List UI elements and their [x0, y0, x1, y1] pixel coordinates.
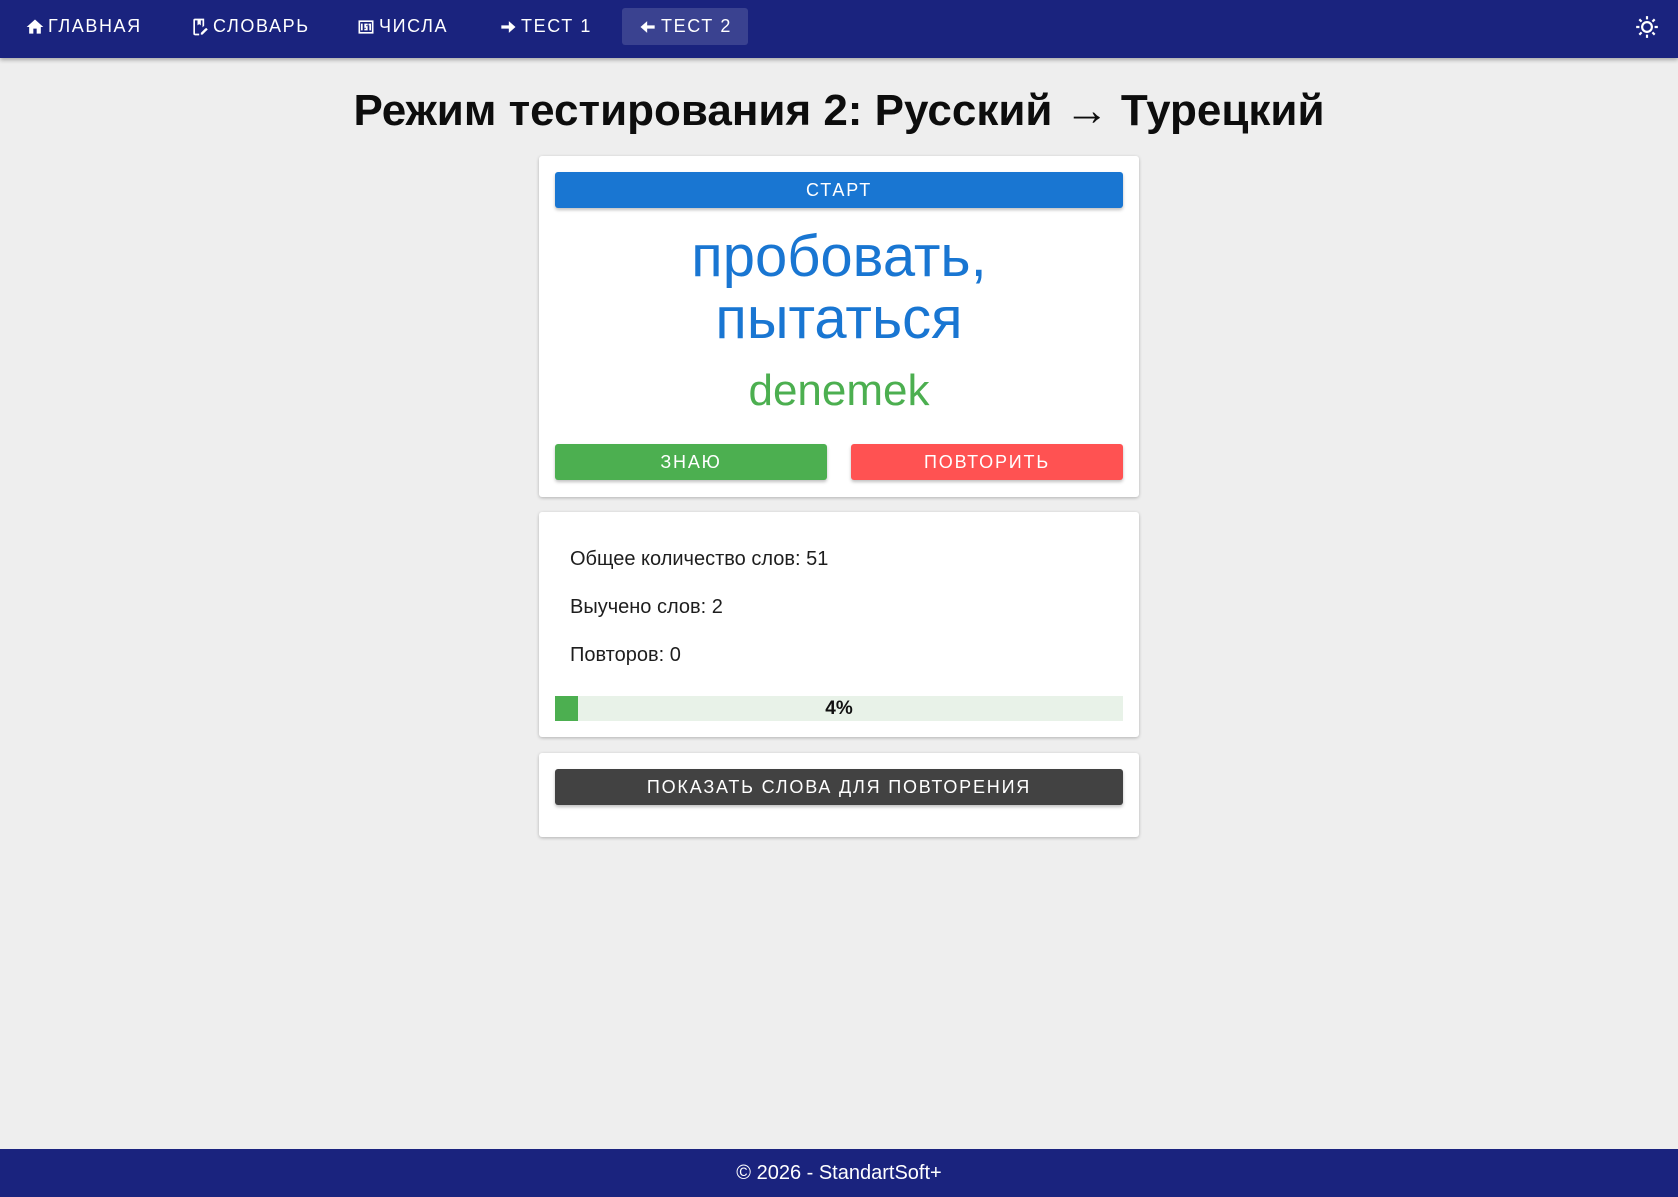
nav-item-test1-label: ТЕСТ 1: [521, 16, 593, 36]
total-words-stat: Общее количество слов: 51: [570, 548, 829, 570]
nav-item-test2[interactable]: ТЕСТ 2: [622, 8, 749, 45]
nav-item-numbers-label: ЧИСЛА: [379, 16, 449, 36]
nav-item-home-label: ГЛАВНАЯ: [48, 16, 142, 36]
home-icon: [26, 19, 44, 34]
nav-item-dictionary-label: СЛОВАРЬ: [213, 16, 310, 36]
page-title: Режим тестирования 2: Русский → Турецкий: [353, 86, 1325, 135]
repeat-button[interactable]: ПОВТОРИТЬ: [851, 444, 1123, 480]
progress-bar: 4%: [555, 696, 1123, 721]
russian-word-line-1: пробовать,: [691, 224, 987, 289]
arrow-left-icon: [640, 20, 655, 33]
show-review-words-button[interactable]: ПОКАЗАТЬ СЛОВА ДЛЯ ПОВТОРЕНИЯ: [555, 769, 1123, 805]
russian-word-line-2: пытаться: [715, 286, 963, 351]
progress-percent-label: 4%: [825, 697, 853, 719]
turkish-translation: denemek: [748, 366, 930, 415]
theme-toggle-button[interactable]: [1632, 12, 1662, 42]
repeats-stat: Повторов: 0: [570, 644, 681, 666]
footer-copyright: © 2026 - StandartSoft+: [736, 1161, 942, 1184]
numeric-icon: [358, 19, 374, 34]
learned-words-stat: Выучено слов: 2: [570, 596, 723, 618]
nav-item-numbers[interactable]: ЧИСЛА: [346, 8, 458, 45]
russian-word: пробовать, пытаться: [539, 226, 1139, 350]
start-button[interactable]: СТАРТ: [555, 172, 1123, 208]
nav-item-home[interactable]: ГЛАВНАЯ: [15, 8, 152, 45]
brightness-icon: [1636, 16, 1658, 38]
stats-card: Общее количество слов: 51 Выучено слов: …: [539, 512, 1139, 737]
top-navbar: ГЛАВНАЯ СЛОВАРЬ ЧИСЛА ТЕСТ 1 ТЕСТ 2: [0, 0, 1678, 58]
nav-item-test1[interactable]: ТЕСТ 1: [488, 8, 602, 45]
know-button[interactable]: ЗНАЮ: [555, 444, 827, 480]
review-card: ПОКАЗАТЬ СЛОВА ДЛЯ ПОВТОРЕНИЯ: [539, 753, 1139, 837]
footer: © 2026 - StandartSoft+: [0, 1149, 1678, 1197]
arrow-right-icon: [501, 20, 516, 33]
quiz-card: СТАРТ пробовать, пытаться denemek ЗНАЮ П…: [539, 156, 1139, 497]
nav-item-test2-label: ТЕСТ 2: [661, 16, 733, 36]
book-edit-icon: [193, 18, 208, 35]
nav-item-dictionary[interactable]: СЛОВАРЬ: [180, 8, 320, 45]
